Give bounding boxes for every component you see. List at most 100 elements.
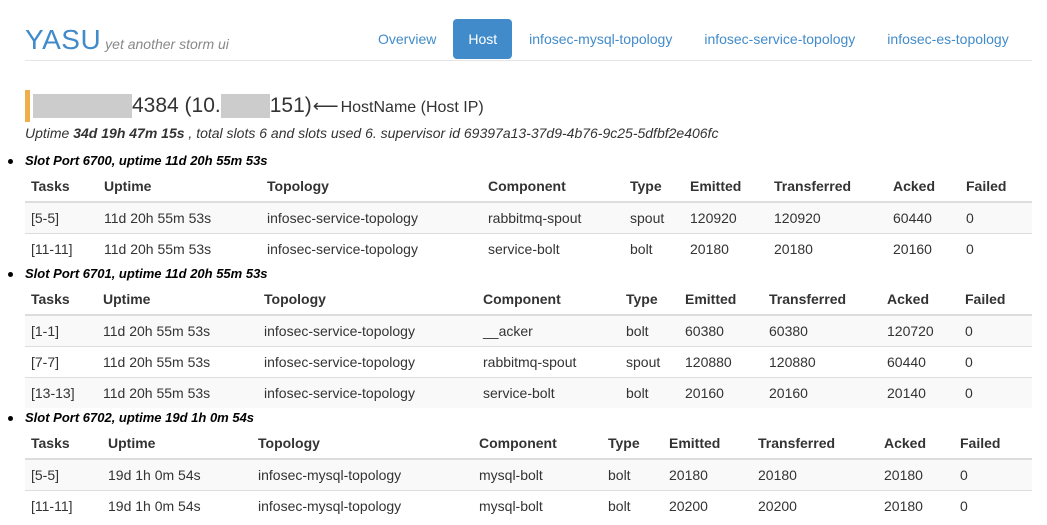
column-header: Topology: [252, 428, 473, 460]
cell-topology: infosec-service-topology: [258, 346, 477, 378]
cell-transferred: 60380: [763, 314, 881, 347]
host-accent-bar: [25, 90, 30, 122]
bullet-icon: [8, 416, 13, 422]
cell-type: spout: [620, 346, 679, 378]
column-header: Component: [473, 428, 602, 460]
slot-title-text: Slot Port 6702, uptime 19d 1h 0m 54s: [25, 410, 255, 425]
nav-divider: [25, 60, 1032, 61]
cell-transferred: 20180: [768, 233, 887, 264]
column-header: Component: [477, 284, 620, 316]
brand-subtitle: yet another storm ui: [105, 36, 229, 52]
cell-component: rabbitmq-spout: [477, 346, 620, 378]
cell-acked: 20160: [887, 233, 960, 264]
cell-tasks: [13-13]: [25, 377, 97, 408]
column-header: Transferred: [768, 171, 887, 203]
cell-type: bolt: [620, 377, 679, 408]
column-header: Uptime: [102, 428, 252, 460]
tab-host[interactable]: Host: [453, 19, 513, 59]
column-header: Emitted: [679, 284, 763, 316]
tab-infosec-es-topology[interactable]: infosec-es-topology: [872, 19, 1023, 59]
cell-emitted: 120920: [684, 201, 768, 234]
tab-overview[interactable]: Overview: [363, 19, 451, 59]
cell-tasks: [7-7]: [25, 346, 97, 378]
cell-topology: infosec-mysql-topology: [252, 490, 473, 521]
cell-tasks: [5-5]: [25, 201, 98, 234]
cell-uptime: 11d 20h 55m 53s: [98, 233, 261, 264]
cell-topology: infosec-service-topology: [261, 201, 482, 234]
column-header: Component: [482, 171, 624, 203]
brand[interactable]: YASU yet another storm ui: [25, 24, 229, 56]
cell-topology: infosec-mysql-topology: [252, 458, 473, 491]
column-header: Tasks: [25, 428, 102, 460]
slot-title-text: Slot Port 6700, uptime 11d 20h 55m 53s: [25, 153, 268, 168]
host-annotation: HostName (Host IP): [340, 99, 484, 116]
table-header-row: Tasks Uptime Topology Component Type Emi…: [25, 284, 1032, 316]
cell-failed: 0: [959, 346, 1032, 378]
cell-topology: infosec-service-topology: [258, 377, 477, 408]
cell-uptime: 19d 1h 0m 54s: [102, 458, 252, 491]
slot-title-6700: Slot Port 6700, uptime 11d 20h 55m 53s: [8, 153, 268, 168]
cell-transferred: 20200: [752, 490, 878, 521]
cell-transferred: 120880: [763, 346, 881, 378]
supervisor-summary: Uptime 34d 19h 47m 15s , total slots 6 a…: [25, 125, 718, 141]
cell-uptime: 11d 20h 55m 53s: [97, 346, 258, 378]
cell-topology: infosec-service-topology: [261, 233, 482, 264]
table-row: [1-1] 11d 20h 55m 53s infosec-service-to…: [25, 314, 1032, 347]
cell-topology: infosec-service-topology: [258, 314, 477, 347]
column-header: Failed: [960, 171, 1032, 203]
table-row: [5-5] 11d 20h 55m 53s infosec-service-to…: [25, 201, 1032, 234]
cell-type: bolt: [624, 233, 684, 264]
cell-tasks: [1-1]: [25, 314, 97, 347]
cell-type: bolt: [602, 490, 663, 521]
cell-type: spout: [624, 201, 684, 234]
cell-type: bolt: [620, 314, 679, 347]
table-row: [13-13] 11d 20h 55m 53s infosec-service-…: [25, 377, 1032, 408]
cell-emitted: 20200: [663, 490, 752, 521]
cell-component: service-bolt: [477, 377, 620, 408]
column-header: Failed: [959, 284, 1032, 316]
cell-component: mysql-bolt: [473, 458, 602, 491]
table-row: [11-11] 11d 20h 55m 53s infosec-service-…: [25, 233, 1032, 264]
column-header: Acked: [887, 171, 960, 203]
brand-title: YASU: [25, 24, 102, 55]
column-header: Type: [620, 284, 679, 316]
cell-acked: 120720: [881, 314, 959, 347]
column-header: Topology: [258, 284, 477, 316]
column-header: Acked: [881, 284, 959, 316]
table-row: [7-7] 11d 20h 55m 53s infosec-service-to…: [25, 346, 1032, 378]
host-ip-part2: 151): [269, 94, 312, 117]
column-header: Emitted: [684, 171, 768, 203]
cell-uptime: 11d 20h 55m 53s: [98, 201, 261, 234]
bullet-icon: [8, 272, 13, 278]
cell-tasks: [11-11]: [25, 233, 98, 264]
slot-table-6701: Tasks Uptime Topology Component Type Emi…: [25, 284, 1032, 408]
host-heading: 4384 (10. 151) ⟵ HostName (Host IP): [25, 90, 484, 122]
cell-acked: 20180: [878, 490, 954, 521]
tab-infosec-service-topology[interactable]: infosec-service-topology: [689, 19, 870, 59]
cell-emitted: 60380: [679, 314, 763, 347]
column-header: Tasks: [25, 171, 98, 203]
slot-table-6700: Tasks Uptime Topology Component Type Emi…: [25, 171, 1032, 264]
tab-infosec-mysql-topology[interactable]: infosec-mysql-topology: [514, 19, 687, 59]
cell-acked: 20140: [881, 377, 959, 408]
column-header: Emitted: [663, 428, 752, 460]
cell-transferred: 120920: [768, 201, 887, 234]
redacted-ip-segment: [220, 94, 270, 118]
supervisor-uptime: 34d 19h 47m 15s: [73, 125, 185, 141]
cell-uptime: 11d 20h 55m 53s: [97, 314, 258, 347]
cell-acked: 60440: [881, 346, 959, 378]
cell-component: rabbitmq-spout: [482, 201, 624, 234]
cell-transferred: 20160: [763, 377, 881, 408]
cell-failed: 0: [954, 458, 1032, 491]
cell-emitted: 20180: [663, 458, 752, 491]
slot-table-6702: Tasks Uptime Topology Component Type Emi…: [25, 428, 1032, 521]
host-port-ip-part1: 4384 (10.: [132, 94, 221, 117]
slot-title-6702: Slot Port 6702, uptime 19d 1h 0m 54s: [8, 410, 254, 425]
cell-component: service-bolt: [482, 233, 624, 264]
column-header: Failed: [954, 428, 1032, 460]
column-header: Type: [624, 171, 684, 203]
cell-uptime: 11d 20h 55m 53s: [97, 377, 258, 408]
supervisor-details: , total slots 6 and slots used 6. superv…: [184, 125, 719, 141]
cell-failed: 0: [959, 314, 1032, 347]
cell-failed: 0: [960, 201, 1032, 234]
